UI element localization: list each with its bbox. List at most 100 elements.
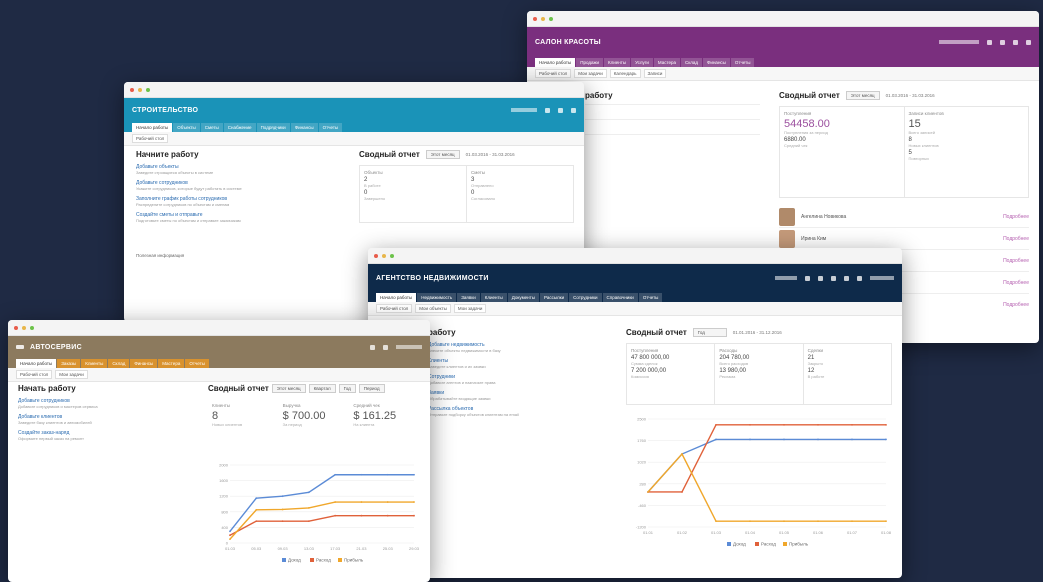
task-item[interactable]: Добавьте объекты Заведите строящиеся объ… [136, 164, 346, 175]
menu-item[interactable]: Недвижимость [417, 293, 457, 302]
minimize-dot-icon[interactable] [22, 325, 26, 330]
staff-details-link[interactable]: Подробнее [1003, 236, 1029, 242]
tab-my-tasks[interactable]: Мои задачи [55, 370, 88, 379]
logout-icon[interactable] [1026, 39, 1031, 45]
tab-desktop[interactable]: Рабочий стол [132, 134, 169, 143]
notifications-icon[interactable] [818, 275, 823, 281]
menu-item[interactable]: Начало работы [376, 293, 417, 302]
task-item[interactable]: Заполните график работы сотрудников Расп… [136, 196, 346, 207]
task-item[interactable]: Добавьте клиентов Заведите базу клиентов… [18, 414, 203, 425]
menu-item[interactable]: Склад [680, 58, 703, 67]
settings-icon[interactable] [987, 39, 992, 45]
task-item[interactable]: Добавьте сотрудников Укажите сотрудников… [136, 180, 346, 191]
task-item[interactable]: Сотрудники Добавьте агентов и назначьте … [428, 374, 608, 385]
user-menu[interactable] [939, 40, 979, 44]
staff-details-link[interactable]: Подробнее [1003, 302, 1029, 308]
user-menu[interactable] [396, 345, 422, 349]
tab-appointments[interactable]: Записи [643, 69, 667, 78]
notifications-icon[interactable] [383, 344, 388, 350]
tab-desktop[interactable]: Рабочий стол [535, 69, 572, 78]
tab-desktop[interactable]: Рабочий стол [16, 370, 53, 379]
menu-item[interactable]: Отчеты [318, 123, 343, 132]
task-item[interactable]: Добавьте сотрудников Добавьте сотруднико… [18, 398, 203, 409]
menu-item[interactable]: Заявки [457, 293, 480, 302]
tab-my-tasks[interactable]: Мои задачи [453, 304, 487, 313]
menu-item[interactable]: Продажи [576, 58, 604, 67]
task-item[interactable]: Заявки Обрабатывайте входящие заявки [428, 390, 608, 401]
minimize-dot-icon[interactable] [382, 253, 386, 258]
settings-icon[interactable] [370, 344, 375, 350]
maximize-dot-icon[interactable] [146, 87, 150, 92]
menu-item[interactable]: Отчеты [638, 293, 663, 302]
period-this-month[interactable]: Этот месяц [271, 384, 306, 393]
menu-item[interactable]: Заказы [57, 359, 81, 368]
mail-icon[interactable] [844, 275, 849, 281]
staff-row[interactable]: Ангелина Новикова Подробнее [779, 206, 1029, 228]
menu-item[interactable]: Клиенты [81, 359, 108, 368]
menu-item[interactable]: Услуги [631, 58, 653, 67]
menu-item[interactable]: Снабжение [223, 123, 256, 132]
menu-item[interactable]: Мастера [653, 58, 680, 67]
period-custom[interactable]: Период [358, 384, 385, 393]
staff-details-link[interactable]: Подробнее [1003, 258, 1029, 264]
period-year[interactable]: Год [338, 384, 356, 393]
logout-link[interactable] [870, 276, 894, 280]
menu-item[interactable]: Мастера [158, 359, 185, 368]
period-select[interactable]: Год [692, 328, 727, 337]
chat-icon[interactable] [857, 275, 862, 281]
staff-name[interactable]: Ирина Ким [801, 236, 826, 242]
notifications-icon[interactable] [1000, 39, 1005, 45]
task-item[interactable]: Добавьте недвижимость Внесите объекты не… [428, 342, 608, 353]
tab-desktop[interactable]: Рабочий стол [376, 304, 413, 313]
staff-details-link[interactable]: Подробнее [1003, 280, 1029, 286]
period-select[interactable]: Этот месяц [845, 91, 880, 100]
task-item[interactable]: Клиенты Заведите клиентов и их заявки [428, 358, 608, 369]
period-select[interactable]: Этот месяц [425, 150, 460, 159]
staff-row[interactable]: Ирина Ким Подробнее [779, 228, 1029, 250]
menu-item[interactable]: Склад [108, 359, 130, 368]
tab-my-tasks[interactable]: Мои задачи [574, 69, 607, 78]
minimize-dot-icon[interactable] [541, 16, 545, 21]
staff-name[interactable]: Ангелина Новикова [801, 214, 846, 220]
task-item[interactable]: Создайте заказ-наряд Оформите первый зак… [18, 430, 203, 441]
notifications-icon[interactable] [558, 107, 563, 113]
minimize-dot-icon[interactable] [138, 87, 142, 92]
menu-item[interactable]: Финансы [130, 359, 158, 368]
user-menu[interactable] [511, 108, 537, 112]
menu-item[interactable]: Справочники [602, 293, 638, 302]
tab-my-objects[interactable]: Мои объекты [415, 304, 451, 313]
menu-item[interactable]: Рассылки [539, 293, 569, 302]
task-item[interactable]: Рассылка объектов Отправьте подборку объ… [428, 406, 608, 417]
menu-item[interactable]: Клиенты [604, 58, 631, 67]
settings-icon[interactable] [805, 275, 810, 281]
menu-item[interactable]: Финансы [290, 123, 318, 132]
logout-icon[interactable] [571, 107, 576, 113]
close-dot-icon[interactable] [533, 16, 537, 21]
settings-icon[interactable] [545, 107, 550, 113]
menu-item[interactable]: Документы [507, 293, 539, 302]
menu-item[interactable]: Объекты [173, 123, 200, 132]
close-dot-icon[interactable] [14, 325, 18, 330]
menu-item[interactable]: Отчеты [185, 359, 209, 368]
menu-item[interactable]: Сотрудники [569, 293, 602, 302]
menu-item[interactable]: Начало работы [535, 58, 576, 67]
menu-item[interactable]: Финансы [703, 58, 730, 67]
close-dot-icon[interactable] [130, 87, 134, 92]
menu-item[interactable]: Клиенты [480, 293, 507, 302]
period-quarter[interactable]: Квартал [308, 384, 336, 393]
menu-item[interactable]: Начало работы [16, 359, 57, 368]
task-item[interactable]: Создайте сметы и отправьте Подготовьте с… [136, 212, 346, 223]
maximize-dot-icon[interactable] [390, 253, 394, 258]
menu-item[interactable]: Начало работы [132, 123, 173, 132]
help-icon[interactable] [1013, 39, 1018, 45]
menu-item[interactable]: Сметы [200, 123, 223, 132]
menu-item[interactable]: Подрядчики [256, 123, 290, 132]
user-menu[interactable] [775, 276, 797, 280]
menu-item[interactable]: Отчеты [730, 58, 755, 67]
maximize-dot-icon[interactable] [549, 16, 553, 21]
close-dot-icon[interactable] [374, 253, 378, 258]
staff-details-link[interactable]: Подробнее [1003, 214, 1029, 220]
help-icon[interactable] [831, 275, 836, 281]
tab-calendar[interactable]: Календарь [609, 69, 641, 78]
maximize-dot-icon[interactable] [30, 325, 34, 330]
